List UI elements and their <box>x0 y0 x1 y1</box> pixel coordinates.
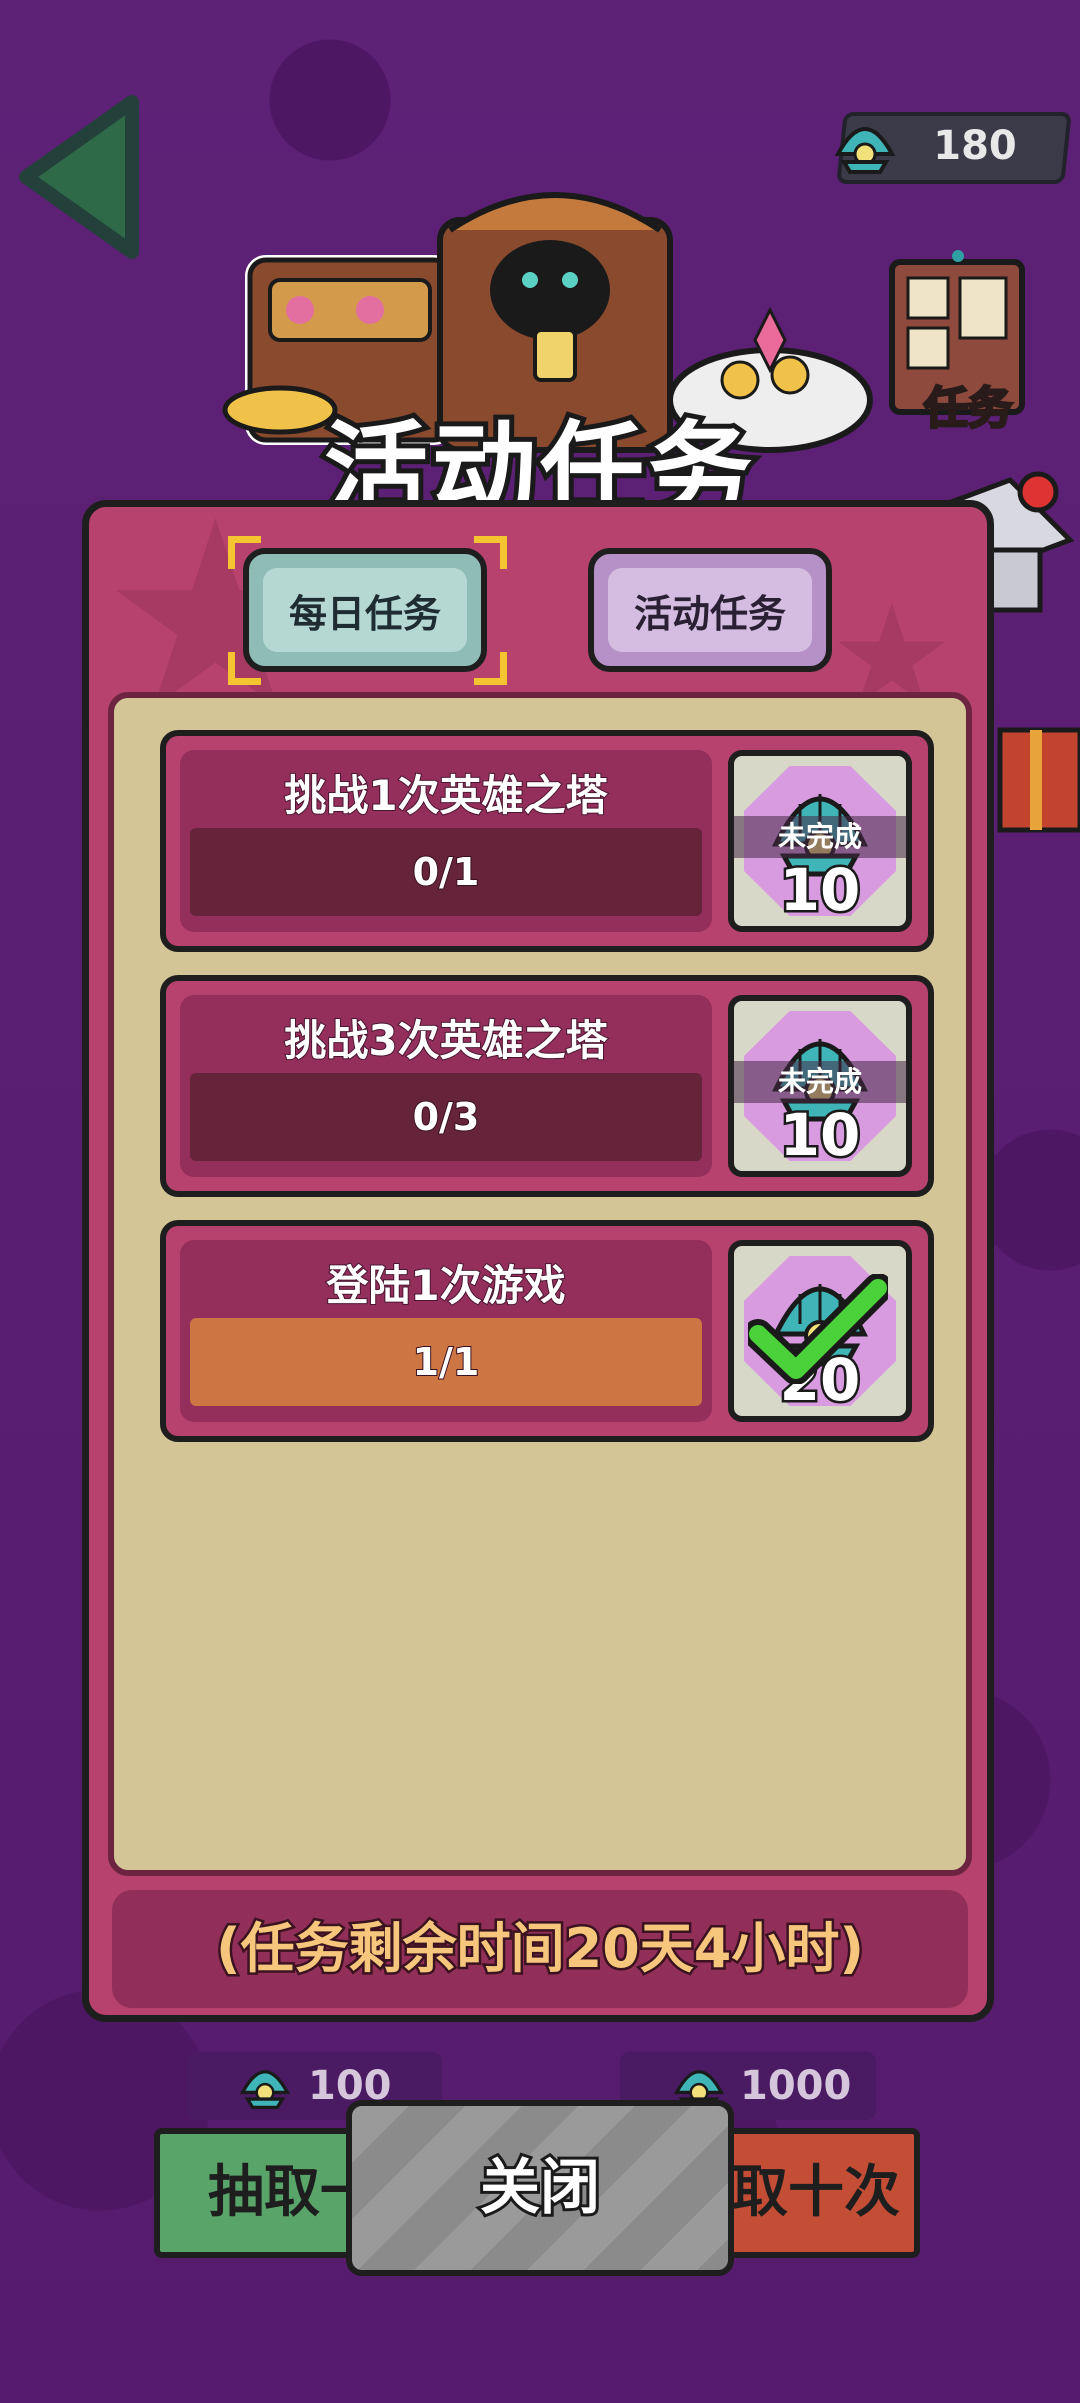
reward-amount: 10 <box>777 1101 863 1169</box>
draw-ten-label: 取十次 <box>732 2160 900 2225</box>
draw-ten-cost-value: 1000 <box>740 2063 852 2109</box>
tab-daily-tasks[interactable]: 每日任务 <box>243 548 487 672</box>
currency-amount: 180 <box>933 123 1017 169</box>
tab-daily-label: 每日任务 <box>263 568 467 652</box>
reward-button[interactable]: 20 <box>728 1240 912 1422</box>
close-label: 关闭 <box>477 2150 603 2226</box>
task-item: 挑战1次英雄之塔 0/1 未完成 10 <box>160 730 934 952</box>
back-arrow-icon[interactable] <box>14 92 144 262</box>
close-button[interactable]: 关闭 <box>346 2100 734 2276</box>
progress-text: 0/1 <box>412 849 481 895</box>
task-info: 挑战3次英雄之塔 0/3 <box>180 995 712 1177</box>
task-title: 挑战3次英雄之塔 <box>283 1015 608 1066</box>
task-info: 登陆1次游戏 1/1 <box>180 1240 712 1422</box>
task-item: 挑战3次英雄之塔 0/3 未完成 10 <box>160 975 934 1197</box>
selection-corner <box>228 652 261 685</box>
selection-corner <box>474 536 507 569</box>
tab-event-label: 活动任务 <box>608 568 812 652</box>
shell-icon <box>239 2070 291 2110</box>
progress-bar: 0/1 <box>190 828 702 916</box>
shell-icon <box>834 127 896 174</box>
time-remaining: (任务剩余时间20天4小时) <box>112 1890 968 2008</box>
tab-event-tasks[interactable]: 活动任务 <box>588 548 832 672</box>
gift-icon[interactable] <box>990 710 1080 840</box>
selection-corner <box>474 652 507 685</box>
reward-button[interactable]: 未完成 10 <box>728 995 912 1177</box>
progress-bar: 0/3 <box>190 1073 702 1161</box>
reward-status: 未完成 <box>734 1061 906 1103</box>
reward-button[interactable]: 未完成 10 <box>728 750 912 932</box>
selection-corner <box>228 536 261 569</box>
reward-status: 未完成 <box>734 816 906 858</box>
progress-text: 1/1 <box>412 1339 481 1385</box>
time-remaining-text: (任务剩余时间20天4小时) <box>213 1915 866 1983</box>
reward-amount: 10 <box>777 856 863 924</box>
progress-text: 0/3 <box>412 1094 481 1140</box>
task-title: 登陆1次游戏 <box>325 1260 566 1311</box>
task-info: 挑战1次英雄之塔 0/1 <box>180 750 712 932</box>
check-icon <box>748 1274 888 1384</box>
task-title: 挑战1次英雄之塔 <box>283 770 608 821</box>
task-item: 登陆1次游戏 1/1 20 <box>160 1220 934 1442</box>
progress-bar: 1/1 <box>190 1318 702 1406</box>
